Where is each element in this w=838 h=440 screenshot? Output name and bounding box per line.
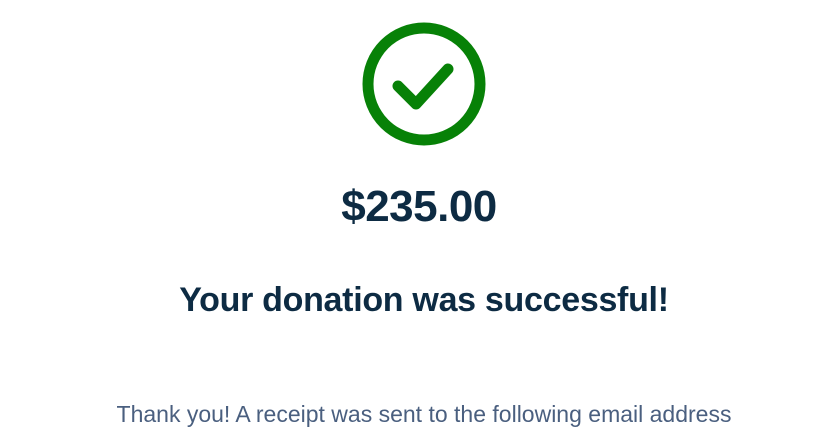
check-circle-graphic [362, 22, 486, 146]
donation-amount: $235.00 [341, 182, 497, 231]
donation-success-page: $235.00 Your donation was successful! Th… [0, 0, 838, 440]
receipt-message: Thank you! A receipt was sent to the fol… [116, 401, 732, 427]
check-circle-icon [362, 22, 486, 146]
success-headline: Your donation was successful! [179, 281, 669, 319]
